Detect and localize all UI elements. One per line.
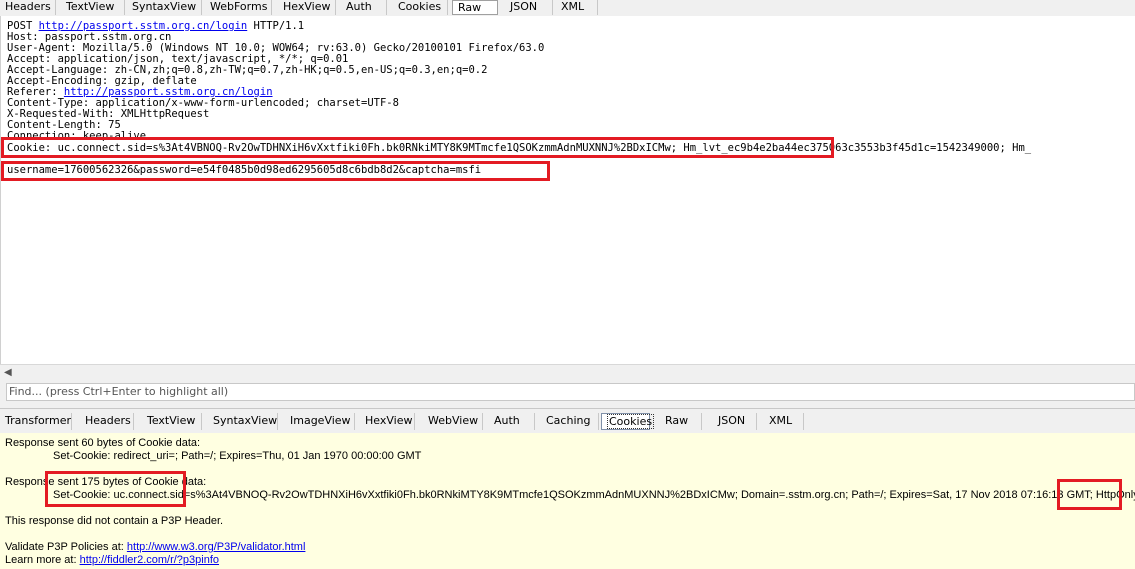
validate-line: Validate P3P Policies at: http://www.w3.…	[5, 541, 305, 554]
httponly-highlight-box	[1057, 479, 1122, 510]
p3p-note: This response did not contain a P3P Head…	[5, 515, 224, 527]
response-cookies-panel: Response sent 60 bytes of Cookie data: S…	[0, 433, 1135, 569]
tab-webforms[interactable]: WebForms	[205, 0, 272, 15]
request-protocol: HTTP/1.1	[247, 20, 305, 32]
tab-raw[interactable]: Raw	[452, 0, 498, 15]
tab-imageview[interactable]: ImageView	[285, 413, 355, 430]
set-cookie-2: Set-Cookie: uc.connect.sid=s%3At4VBNOQ-R…	[53, 489, 1135, 501]
tab-auth[interactable]: Auth	[341, 0, 387, 15]
tab-cookies-label: Cookies	[607, 414, 655, 429]
cookie-highlight-box	[1, 137, 834, 158]
tab-xml[interactable]: XML	[556, 0, 598, 15]
tab-transformer[interactable]: Transformer	[0, 413, 72, 430]
tab-hexview[interactable]: HexView	[360, 413, 415, 430]
tab-xml[interactable]: XML	[764, 413, 804, 430]
tab-caching[interactable]: Caching	[541, 413, 599, 430]
tab-json[interactable]: JSON	[713, 413, 757, 430]
tab-textview[interactable]: TextView	[142, 413, 202, 430]
tab-headers[interactable]: Headers	[0, 0, 56, 15]
response-tab-bar: Transformer Headers TextView SyntaxView …	[0, 408, 1135, 434]
tab-cookies[interactable]: Cookies	[393, 0, 448, 15]
body-highlight-box	[1, 161, 550, 181]
horizontal-scrollbar[interactable]: ◀	[0, 364, 1135, 382]
learn-more-line: Learn more at: http://fiddler2.com/r/?p3…	[5, 554, 219, 567]
tab-auth[interactable]: Auth	[489, 413, 535, 430]
tab-webview[interactable]: WebView	[423, 413, 483, 430]
set-cookie-1: Set-Cookie: redirect_uri=; Path=/; Expir…	[53, 450, 422, 462]
learn-label: Learn more at:	[5, 554, 80, 566]
cookie-sent-1: Response sent 60 bytes of Cookie data:	[5, 437, 201, 449]
tab-json[interactable]: JSON	[505, 0, 553, 15]
scroll-left-icon[interactable]: ◀	[4, 367, 12, 378]
validate-label: Validate P3P Policies at:	[5, 541, 127, 553]
tab-headers[interactable]: Headers	[80, 413, 134, 430]
validate-link[interactable]: http://www.w3.org/P3P/validator.html	[127, 541, 306, 553]
request-tab-bar: Headers TextView SyntaxView WebForms Hex…	[0, 0, 1135, 17]
tab-cookies[interactable]: Cookies	[601, 413, 655, 430]
find-input[interactable]: Find... (press Ctrl+Enter to highlight a…	[6, 383, 1135, 401]
raw-request-view[interactable]: POST http://passport.sstm.org.cn/login H…	[0, 16, 1135, 364]
sid-highlight-box	[45, 471, 186, 507]
tab-raw[interactable]: Raw	[660, 413, 702, 430]
learn-more-link[interactable]: http://fiddler2.com/r/?p3pinfo	[80, 554, 219, 566]
tab-textview[interactable]: TextView	[61, 0, 125, 15]
tab-syntaxview[interactable]: SyntaxView	[127, 0, 202, 15]
tab-hexview[interactable]: HexView	[278, 0, 336, 15]
tab-syntaxview[interactable]: SyntaxView	[208, 413, 278, 430]
